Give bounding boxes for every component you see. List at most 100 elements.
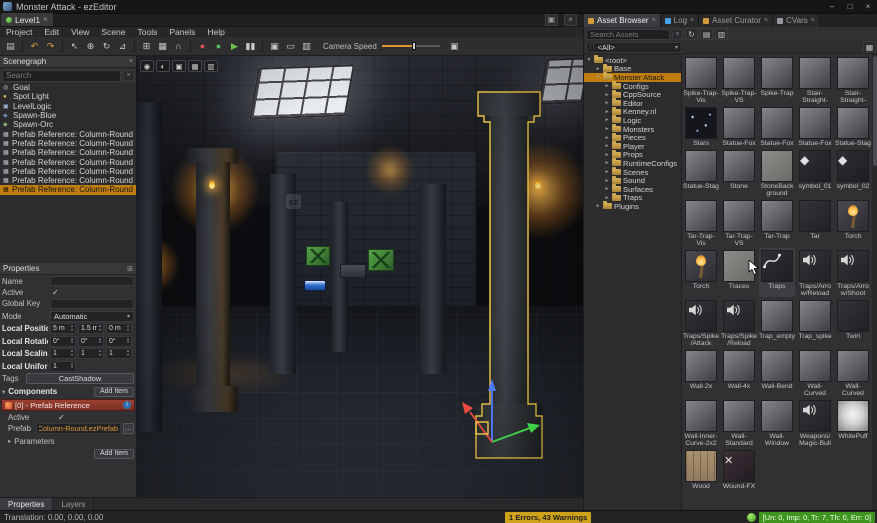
expander-icon[interactable]: ▾ [586, 57, 592, 63]
asset-search-input[interactable] [586, 29, 670, 40]
expander-icon[interactable]: ▸ [604, 92, 610, 98]
simulate-green-icon[interactable]: ● [211, 39, 226, 54]
expander-icon[interactable]: ▸ [604, 109, 610, 115]
asset-tile-tar-trap[interactable]: Tar-Trap [759, 198, 795, 247]
folder-editor[interactable]: ▸Editor [584, 99, 681, 108]
folder-configs[interactable]: ▸Configs [584, 82, 681, 91]
uniform-scaling-field[interactable]: 1 [50, 361, 76, 372]
scenegraph-item-spawn-blue[interactable]: ◈Spawn-Blue [0, 111, 136, 120]
camera-speed-slider[interactable] [382, 41, 440, 51]
expander-icon[interactable]: ▸ [604, 126, 610, 132]
scenegraph-item-prefab-reference-column-round[interactable]: ▦Prefab Reference: Column-Round [0, 176, 136, 185]
grid-toggle-icon[interactable]: ▦ [188, 60, 202, 72]
scenegraph-item-spawn-orc[interactable]: ◈Spawn-Orc [0, 120, 136, 129]
asset-tile-stars[interactable]: Stars [683, 105, 719, 147]
screen-icon[interactable]: ▭ [283, 39, 298, 54]
asset-tile-trap-spike[interactable]: Trap_spike [797, 298, 833, 347]
snap-settings-icon[interactable]: ⊞ [139, 39, 154, 54]
folder-sound[interactable]: ▸Sound [584, 176, 681, 185]
active-checkbox[interactable]: ✓ [50, 288, 59, 297]
spinner-icon[interactable] [69, 338, 75, 345]
asset-tile-traps-spike-attack[interactable]: Traps/Spike/Attack [683, 298, 719, 347]
folder-logic[interactable]: ▸Logic [584, 116, 681, 125]
scenegraph-item-spot-light[interactable]: ●Spot Light [0, 92, 136, 101]
refresh-assets-icon[interactable]: ↻ [685, 28, 698, 40]
errors-warnings-badge[interactable]: 1 Errors, 43 Warnings [505, 512, 591, 523]
camera-view-icon[interactable]: ▣ [172, 60, 186, 72]
asset-tile-wall-window[interactable]: Wall-Window [759, 398, 795, 447]
menu-item-edit[interactable]: Edit [38, 27, 65, 37]
asset-tile-weapons-magic-bull[interactable]: Weapons/Magic-Bull [797, 398, 833, 447]
expander-icon[interactable]: ▸ [604, 178, 610, 184]
spinner-icon[interactable] [69, 363, 75, 370]
tab-layers[interactable]: Layers [53, 498, 94, 510]
translate-tool-icon[interactable]: ⊕ [83, 39, 98, 54]
expander-icon[interactable]: ▸ [604, 195, 610, 201]
clear-search-icon[interactable]: × [123, 70, 134, 81]
close-icon[interactable]: × [690, 17, 694, 24]
prefab-asset-field[interactable]: Column-Round.ezPrefab [36, 423, 121, 434]
info-icon[interactable]: i [123, 401, 131, 409]
asset-tile-wall-inner-curve-2x2[interactable]: Wall-Inner-Curve-2x2 [683, 398, 719, 447]
scaling-x-field[interactable]: 1 [50, 348, 76, 359]
pause-icon[interactable]: ▮▮ [243, 39, 258, 54]
asset-tile-spike-trap-vis[interactable]: Spike-Trap-Vis [683, 55, 719, 104]
play-icon[interactable]: ▶ [227, 39, 242, 54]
folder-props[interactable]: ▸Props [584, 151, 681, 160]
asset-settings-icon[interactable]: ▥ [715, 28, 728, 40]
expander-icon[interactable]: ▸ [604, 160, 610, 166]
asset-tile-wound-fx[interactable]: Wound-FX [721, 448, 757, 490]
minimize-button[interactable]: – [823, 0, 841, 13]
undo-icon[interactable]: ↶ [27, 39, 42, 54]
maximize-button[interactable]: □ [841, 0, 859, 13]
asset-tile-wall-bend[interactable]: Wall-Bend [759, 348, 795, 397]
close-icon[interactable]: × [811, 17, 815, 24]
folder-plugins[interactable]: ▸Plugins [584, 202, 681, 211]
asset-tile-wall-curved[interactable]: Wall-Curved [835, 348, 871, 397]
expander-icon[interactable]: ▸ [604, 186, 610, 192]
tab-cvars[interactable]: CVars× [773, 14, 820, 27]
view-options-icon[interactable]: ▦ [863, 41, 876, 53]
scenegraph-item-prefab-reference-column-round[interactable]: ▦Prefab Reference: Column-Round [0, 157, 136, 166]
menu-item-scene[interactable]: Scene [95, 27, 131, 37]
clear-search-icon[interactable]: × [672, 29, 683, 40]
viewport-layout-icon[interactable]: ▥ [299, 39, 314, 54]
asset-tile-statue-fox[interactable]: Statue-Fox [759, 105, 795, 147]
menu-item-project[interactable]: Project [0, 27, 38, 37]
scenegraph-item-levellogic[interactable]: ▣LevelLogic [0, 102, 136, 111]
simulate-red-icon[interactable]: ● [195, 39, 210, 54]
add-parameter-button[interactable]: Add Item [94, 449, 134, 459]
asset-tile-symbol-02[interactable]: symbol_02 [835, 148, 871, 197]
close-icon[interactable]: × [652, 17, 656, 24]
rotation-x-field[interactable]: 0° [50, 336, 76, 347]
asset-tile-symbol-01[interactable]: symbol_01 [797, 148, 833, 197]
prefab-reference-component-header[interactable]: [0] - Prefab Reference i [1, 399, 135, 411]
expander-icon[interactable]: ▸ [604, 143, 610, 149]
add-component-button[interactable]: Add Item [94, 387, 134, 397]
asset-tile-wall-curved[interactable]: Wall-Curved [797, 348, 833, 397]
close-icon[interactable]: × [564, 14, 577, 26]
scaling-y-field[interactable]: 1 [78, 348, 104, 359]
close-button[interactable]: × [859, 0, 877, 13]
asset-tile-wall-2x[interactable]: Wall-2x [683, 348, 719, 397]
asset-tile-traps[interactable]: Traps [759, 248, 795, 297]
slider-handle[interactable] [412, 42, 416, 50]
scrollbar[interactable] [872, 54, 877, 510]
grid-icon[interactable]: ▦ [155, 39, 170, 54]
asset-tile-stone[interactable]: Stone [721, 148, 757, 197]
scrollbar-thumb[interactable] [873, 56, 877, 166]
viewport-3d[interactable]: ez ◉◐▣▦▥ [136, 56, 583, 497]
scenegraph-item-prefab-reference-column-round[interactable]: ▦Prefab Reference: Column-Round [0, 129, 136, 138]
show-files-icon[interactable]: ▤ [700, 28, 713, 40]
asset-tile-spike-trap[interactable]: Spike-Trap [759, 55, 795, 104]
asset-tile-stonebackground[interactable]: StoneBackground [759, 148, 795, 197]
asset-tile-statue-fox[interactable]: Statue-Fox [721, 105, 757, 147]
spinner-icon[interactable] [125, 350, 131, 357]
chevron-down-icon[interactable]: ▾ [2, 388, 5, 396]
panel-menu-icon[interactable]: ⊞ [127, 265, 133, 273]
float-window-icon[interactable]: ▣ [545, 14, 558, 26]
mode-dropdown[interactable]: Automatic▾ [50, 311, 134, 322]
asset-tile-stair-straight-high[interactable]: Stair-Straight-High [797, 55, 833, 104]
tab-properties[interactable]: Properties [0, 498, 53, 510]
redo-icon[interactable]: ↷ [43, 39, 58, 54]
